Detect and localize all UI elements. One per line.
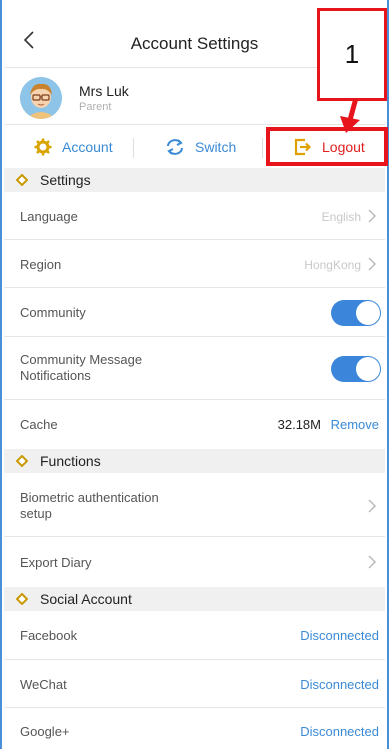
toggle-knob [356, 301, 380, 325]
step-number-callout: 1 [317, 8, 387, 101]
connection-status: Disconnected [300, 677, 379, 692]
diamond-bullet-icon [16, 455, 28, 467]
row-label: Community Message Notifications [20, 352, 142, 384]
diamond-bullet-icon [16, 174, 28, 186]
logout-highlight-box [266, 127, 388, 166]
settings-row-export-diary[interactable]: Export Diary [4, 537, 385, 587]
settings-row-region[interactable]: Region HongKong [4, 240, 385, 288]
action-divider [262, 138, 263, 158]
settings-row-cache: Cache 32.18M Remove [4, 400, 385, 449]
chevron-right-icon [368, 499, 377, 513]
connection-status: Disconnected [300, 628, 379, 643]
arrow-down-icon [340, 98, 360, 133]
action-divider [133, 138, 134, 158]
chevron-right-icon [368, 257, 377, 271]
community-notifications-toggle[interactable] [331, 356, 381, 382]
settings-row-biometric[interactable]: Biometric authentication setup [4, 473, 385, 537]
account-button[interactable]: Account [34, 126, 113, 168]
community-toggle[interactable] [331, 300, 381, 326]
row-value: English [321, 210, 361, 224]
section-title: Functions [40, 453, 101, 469]
row-value: HongKong [304, 258, 361, 272]
avatar [20, 77, 62, 119]
row-label: Export Diary [20, 555, 92, 570]
section-header-social-account: Social Account [4, 587, 385, 611]
row-label: Facebook [20, 628, 78, 643]
settings-row-community-notifications: Community Message Notifications [4, 337, 385, 400]
toggle-knob [356, 357, 380, 381]
social-row-facebook[interactable]: Facebook Disconnected [4, 611, 385, 660]
row-label: WeChat [20, 677, 67, 692]
remove-cache-button[interactable]: Remove [331, 417, 379, 432]
switch-button[interactable]: Switch [165, 126, 236, 168]
section-header-functions: Functions [4, 449, 385, 473]
gear-icon [34, 138, 52, 156]
switch-button-label: Switch [195, 139, 237, 155]
row-label: Cache [20, 417, 58, 432]
section-title: Settings [40, 172, 91, 188]
avatar-illustration-icon [20, 77, 62, 119]
social-row-google-plus[interactable]: Google+ Disconnected [4, 708, 385, 749]
profile-role: Parent [79, 101, 112, 113]
row-label: Biometric authentication setup [20, 490, 159, 522]
chevron-right-icon [368, 555, 377, 569]
section-header-settings: Settings [4, 168, 385, 192]
step-number: 1 [344, 39, 360, 69]
settings-row-language[interactable]: Language English [4, 192, 385, 240]
chevron-right-icon [368, 209, 377, 223]
row-label-line: Notifications [20, 368, 91, 383]
row-label: Region [20, 257, 62, 272]
social-row-wechat[interactable]: WeChat Disconnected [4, 660, 385, 708]
account-button-label: Account [62, 139, 113, 155]
row-label-line: Biometric authentication [20, 490, 159, 505]
switch-arrows-icon [167, 139, 183, 155]
diamond-bullet-icon [16, 593, 28, 605]
settings-row-community: Community [4, 288, 385, 337]
app-frame: Account Settings Mrs Luk Parent Account … [0, 0, 389, 749]
cache-size: 32.18M [277, 417, 321, 432]
row-label-line: setup [20, 506, 52, 521]
row-label: Language [20, 209, 78, 224]
section-title: Social Account [40, 591, 132, 607]
row-label: Google+ [20, 724, 70, 739]
row-label: Community [20, 305, 86, 320]
connection-status: Disconnected [300, 724, 379, 739]
row-label-line: Community Message [20, 352, 143, 367]
profile-name: Mrs Luk [79, 83, 129, 99]
